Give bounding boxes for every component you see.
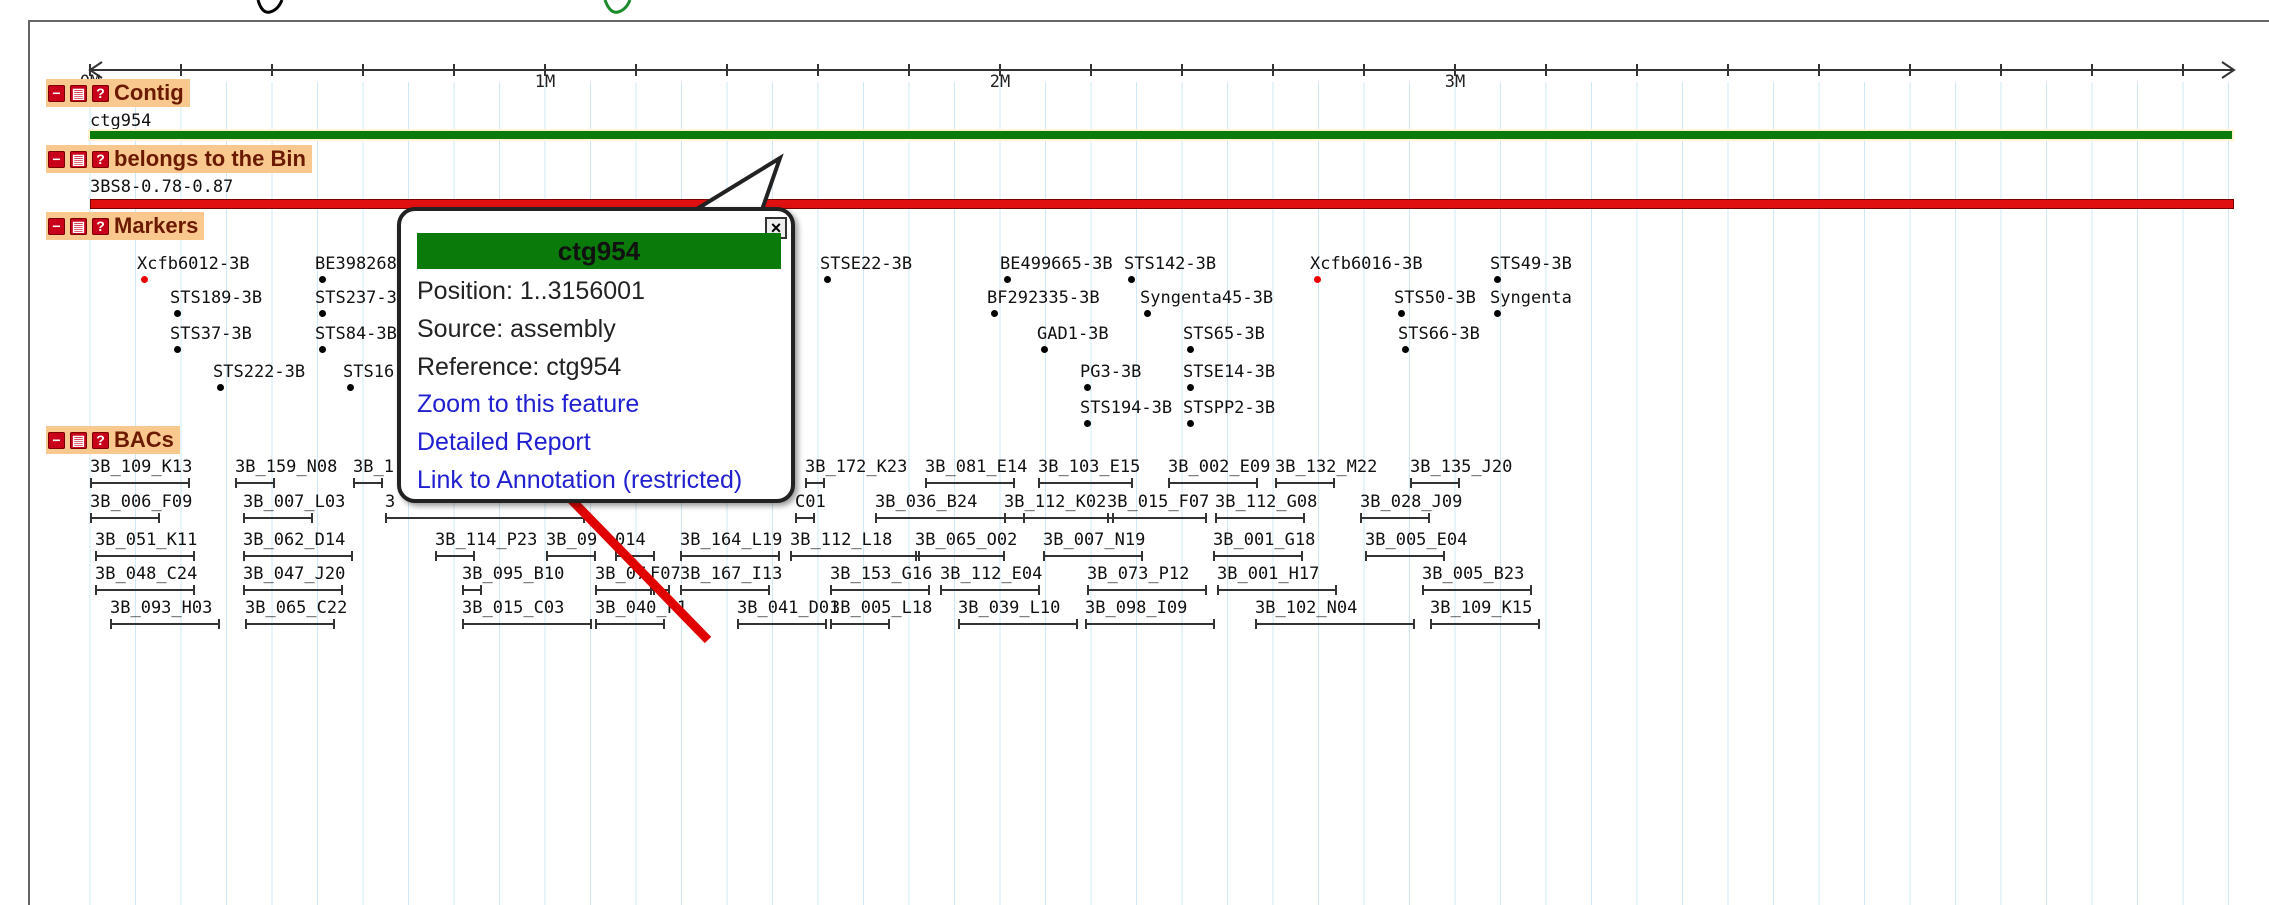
feature-popup: × ctg954 Position: 1..3156001 Source: as… bbox=[397, 207, 795, 503]
annotation-link[interactable]: Link to Annotation (restricted) bbox=[417, 466, 742, 495]
popup-position: Position: 1..3156001 bbox=[417, 277, 645, 305]
popup-source: Source: assembly bbox=[417, 315, 616, 343]
popup-title: ctg954 bbox=[417, 233, 781, 269]
popup-reference: Reference: ctg954 bbox=[417, 353, 622, 381]
popup-arrow-overlay bbox=[551, 153, 784, 644]
zoom-to-feature-link[interactable]: Zoom to this feature bbox=[417, 390, 639, 419]
detailed-report-link[interactable]: Detailed Report bbox=[417, 428, 591, 457]
